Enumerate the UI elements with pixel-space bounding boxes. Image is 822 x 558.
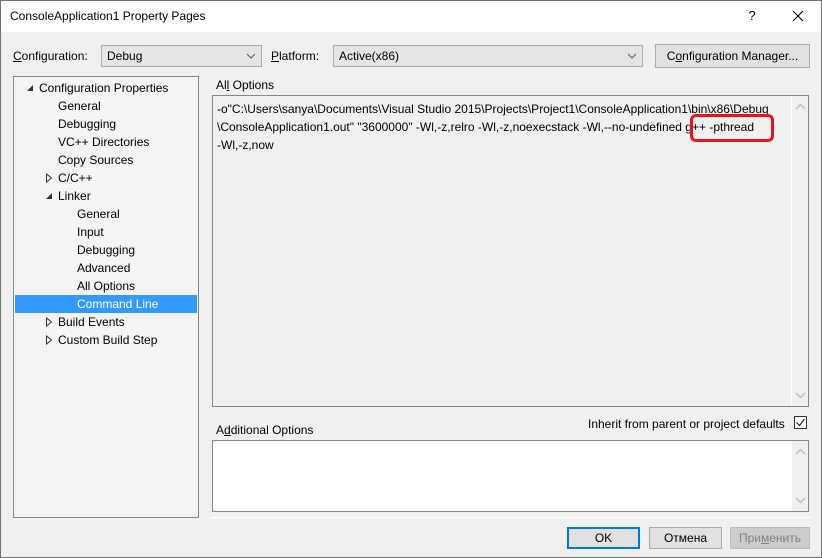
tree-item-label: VC++ Directories [58, 135, 150, 149]
config-manager-text-2: nfiguration Manager... [682, 49, 799, 63]
tree-item-label: Debugging [58, 117, 117, 131]
collapsed-arrow-icon[interactable] [44, 335, 54, 345]
tree-item[interactable]: Debugging [15, 115, 197, 133]
scroll-up-icon[interactable] [793, 100, 808, 114]
configuration-accel: C [13, 49, 22, 63]
tree-item[interactable]: Copy Sources [15, 151, 197, 169]
tree-item-label: General [77, 207, 120, 221]
footer-separator [211, 517, 811, 518]
all-options-label: All Options [216, 78, 274, 92]
configuration-label: Configuration: [13, 49, 88, 63]
tree-item[interactable]: Custom Build Step [15, 331, 197, 349]
additional-options-accel: d [224, 423, 231, 437]
help-button[interactable]: ? [741, 3, 763, 29]
tree-item-label: General [58, 99, 101, 113]
tree-item-label: Debugging [77, 243, 136, 257]
property-pages-dialog: ConsoleApplication1 Property Pages ? Con… [0, 0, 822, 558]
apply-button[interactable]: Применить [730, 527, 810, 549]
tree-item[interactable]: Input [15, 223, 197, 241]
inherit-label: Inherit from parent or project defaults [588, 417, 785, 431]
apply-accel: м [761, 531, 770, 545]
additional-options-label-2: ditional Options [230, 423, 314, 437]
additional-options-textbox[interactable] [212, 440, 809, 512]
apply-text-2: енить [769, 531, 802, 545]
configuration-manager-button[interactable]: Configuration Manager... [655, 44, 810, 68]
tree-item-label: Input [77, 225, 104, 239]
all-options-label-2: Options [229, 78, 275, 92]
tree-item-label: Build Events [58, 315, 125, 329]
expanded-arrow-icon[interactable] [44, 191, 54, 201]
vertical-scrollbar[interactable] [791, 96, 808, 406]
tree-item-label: All Options [77, 279, 136, 293]
tree-item-label: Copy Sources [58, 153, 134, 167]
tree-item[interactable]: C/C++ [15, 169, 197, 187]
tree-item[interactable]: Advanced [15, 259, 197, 277]
tree-item[interactable]: Command Line [15, 295, 197, 313]
expanded-arrow-icon[interactable] [25, 83, 35, 93]
inherit-checkbox[interactable] [794, 416, 807, 429]
cancel-button[interactable]: Отмена [649, 527, 722, 549]
tree-item-label: Custom Build Step [58, 333, 158, 347]
vertical-scrollbar[interactable] [791, 441, 808, 511]
tree-item-label: Advanced [77, 261, 131, 275]
window-title: ConsoleApplication1 Property Pages [10, 9, 206, 23]
tree-item[interactable]: General [15, 97, 197, 115]
tree-item-label: Linker [58, 189, 91, 203]
apply-text-1: При [738, 531, 761, 545]
configuration-label-text: onfiguration: [21, 49, 88, 63]
collapsed-arrow-icon[interactable] [44, 317, 54, 327]
title-bar: ConsoleApplication1 Property Pages ? [1, 1, 821, 32]
scroll-up-icon[interactable] [793, 445, 808, 459]
platform-dropdown[interactable]: Active(x86) [333, 45, 643, 67]
platform-label: Platform: [271, 49, 319, 63]
platform-value: Active(x86) [339, 49, 400, 63]
additional-options-label-1: A [216, 423, 225, 437]
additional-options-label: Additional Options [216, 423, 313, 437]
property-tree: Configuration Properties General Debugging… [13, 76, 199, 518]
tree-item[interactable]: Build Events [15, 313, 197, 331]
collapsed-arrow-icon[interactable] [44, 173, 54, 183]
tree-item-label: C/C++ [58, 171, 93, 185]
platform-label-text: latform: [279, 49, 320, 63]
tree-item-label: Command Line [77, 297, 159, 311]
scroll-down-icon[interactable] [793, 388, 808, 402]
tree-item[interactable]: General [15, 205, 197, 223]
highlight-annotation [690, 114, 774, 142]
checkmark-icon [796, 418, 805, 427]
configuration-value: Debug [107, 49, 143, 63]
chevron-down-icon [627, 53, 637, 59]
tree-item-label: Configuration Properties [39, 81, 169, 95]
close-button[interactable] [785, 3, 811, 29]
platform-accel: P [271, 49, 280, 63]
all-options-label-1: Al [216, 78, 227, 92]
configuration-dropdown[interactable]: Debug [101, 45, 262, 67]
tree-item[interactable]: All Options [15, 277, 197, 295]
tree-item[interactable]: Configuration Properties [15, 79, 197, 97]
close-icon [792, 10, 804, 22]
chevron-down-icon [246, 53, 256, 59]
scroll-down-icon[interactable] [793, 493, 808, 507]
ok-button[interactable]: OK [567, 527, 640, 549]
tree-item[interactable]: VC++ Directories [15, 133, 197, 151]
tree-item[interactable]: Linker [15, 187, 197, 205]
tree-item[interactable]: Debugging [15, 241, 197, 259]
